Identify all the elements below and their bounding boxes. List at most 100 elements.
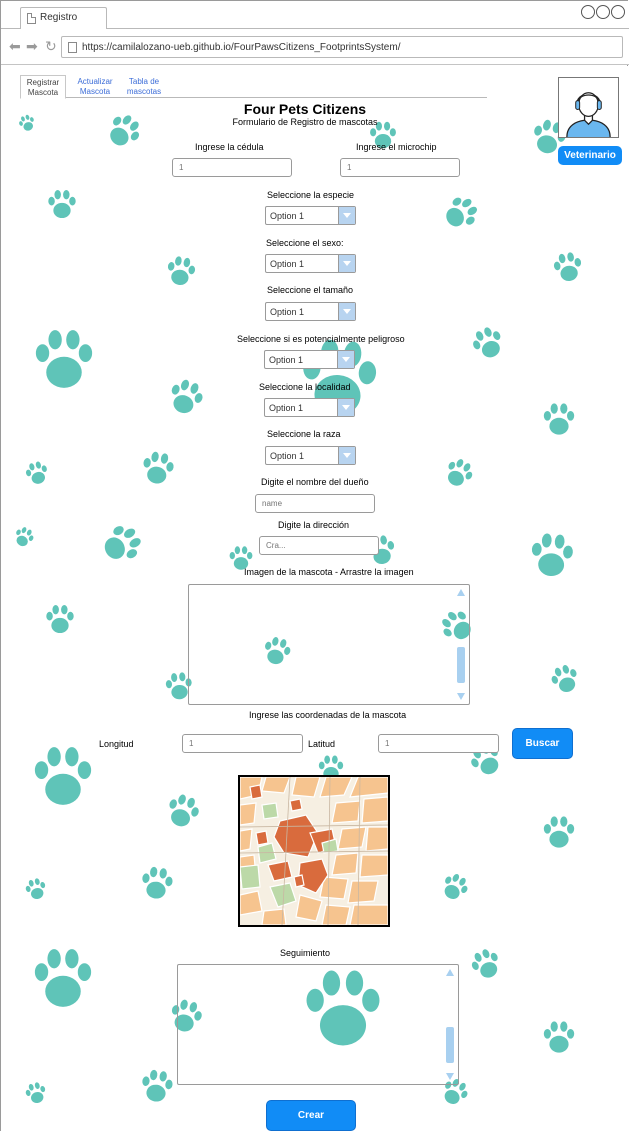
address-bar[interactable]: https://camilalozano-ueb.github.io/FourP… (61, 36, 623, 58)
longitud-input[interactable] (182, 734, 303, 753)
tab-registrar-mascota[interactable]: Registrar Mascota (20, 75, 66, 99)
browser-navbar: ⬅ ➡ ↻ https://camilalozano-ueb.github.io… (1, 29, 629, 65)
paw-print-icon (44, 186, 80, 222)
cedula-input[interactable] (172, 158, 292, 177)
tab-label-line: Actualizar (77, 77, 113, 86)
microchip-label: Ingrese el microchip (356, 142, 437, 152)
location-map[interactable] (238, 775, 390, 927)
app-tab-bar: Registrar Mascota Actualizar Mascota Tab… (20, 75, 487, 99)
paw-print-icon (96, 521, 148, 567)
scroll-thumb[interactable] (446, 1027, 454, 1063)
forward-arrow-icon[interactable]: ➡ (26, 38, 38, 54)
coordenadas-label: Ingrese las coordenadas de la mascota (249, 710, 407, 720)
image-drop-area[interactable] (188, 584, 470, 705)
paw-print-icon (442, 456, 476, 490)
chevron-down-icon (338, 207, 355, 224)
paw-print-icon (539, 1017, 579, 1057)
sexo-select[interactable]: Option 1 (265, 254, 356, 273)
tamano-selected-value: Option 1 (270, 307, 305, 317)
paw-print-icon (23, 458, 51, 488)
scrollbar[interactable] (455, 587, 467, 702)
tab-label-line: Mascota (79, 87, 111, 96)
minimize-icon[interactable] (581, 5, 595, 19)
peligroso-label: Seleccione si es potencialmente peligros… (237, 334, 405, 344)
especie-label: Seleccione la especie (267, 190, 355, 200)
dueno-label: Digite el nombre del dueño (261, 477, 369, 487)
paw-print-icon (549, 249, 587, 285)
latitud-input[interactable] (378, 734, 499, 753)
maximize-icon[interactable] (596, 5, 610, 19)
scroll-up-icon[interactable] (446, 969, 454, 976)
sexo-label: Seleccione el sexo: (266, 238, 344, 248)
paw-print-icon (136, 863, 178, 903)
direccion-label: Digite la dirección (278, 520, 350, 530)
latitud-label: Latitud (308, 739, 336, 749)
paw-print-icon (23, 874, 49, 904)
reload-icon[interactable]: ↻ (45, 38, 57, 54)
especie-select[interactable]: Option 1 (265, 206, 356, 225)
longitud-label: Longitud (99, 739, 134, 749)
scroll-down-icon[interactable] (457, 693, 465, 700)
paw-print-icon (469, 324, 507, 362)
tamano-label: Seleccione el tamaño (267, 285, 354, 295)
imagen-label: Imagen de la mascota - Arrastre la image… (244, 567, 414, 577)
paw-print-icon (164, 376, 208, 418)
crear-button[interactable]: Crear (266, 1100, 356, 1131)
tab-tabla-mascotas[interactable]: Tabla de mascotas (121, 75, 167, 97)
tab-label-line: Tabla de (128, 77, 160, 86)
close-icon[interactable] (611, 5, 625, 19)
sexo-selected-value: Option 1 (270, 259, 305, 269)
scrollbar[interactable] (444, 967, 456, 1082)
raza-label: Seleccione la raza (267, 429, 341, 439)
chevron-down-icon (337, 351, 354, 368)
tamano-select[interactable]: Option 1 (265, 302, 356, 321)
scroll-down-icon[interactable] (446, 1073, 454, 1080)
paw-print-icon (438, 193, 484, 233)
paw-print-icon (136, 1066, 178, 1106)
scroll-up-icon[interactable] (457, 589, 465, 596)
paw-print-icon (438, 871, 472, 903)
paw-print-icon (546, 662, 584, 696)
chevron-down-icon (338, 447, 355, 464)
page-content: Registrar Mascota Actualizar Mascota Tab… (1, 66, 629, 1132)
browser-tab-title: Registro (40, 12, 78, 23)
map-tiles (240, 777, 388, 925)
chevron-down-icon (338, 303, 355, 320)
paw-print-icon (539, 812, 579, 852)
address-input[interactable] (259, 536, 379, 555)
scroll-thumb[interactable] (457, 647, 465, 683)
owner-name-input[interactable] (255, 494, 375, 513)
url-text: https://camilalozano-ueb.github.io/FourP… (82, 42, 401, 53)
localidad-select[interactable]: Option 1 (264, 398, 355, 417)
localidad-label: Seleccione la localidad (259, 382, 351, 392)
microchip-input[interactable] (340, 158, 460, 177)
paw-print-icon (42, 601, 78, 637)
back-arrow-icon[interactable]: ⬅ (9, 38, 21, 54)
localidad-selected-value: Option 1 (269, 403, 304, 413)
paw-print-icon (137, 448, 179, 488)
peligroso-select[interactable]: Option 1 (264, 350, 355, 369)
seguimiento-textarea[interactable] (177, 964, 459, 1085)
paw-print-icon (27, 319, 101, 399)
paw-print-icon (23, 1078, 49, 1108)
paw-print-icon (12, 523, 36, 551)
page-icon (68, 42, 77, 53)
cedula-label: Ingrese la cédula (195, 142, 264, 152)
raza-selected-value: Option 1 (270, 451, 305, 461)
chevron-down-icon (338, 255, 355, 272)
paw-print-icon (161, 791, 205, 831)
paw-print-icon (26, 938, 100, 1018)
tab-actualizar-mascota[interactable]: Actualizar Mascota (72, 75, 118, 97)
browser-tab[interactable]: Registro (20, 7, 107, 29)
paw-print-icon (163, 251, 199, 291)
user-role-badge[interactable]: Veterinario (558, 146, 622, 165)
paw-print-icon (26, 736, 100, 816)
paw-print-icon (525, 527, 579, 583)
search-coordinates-button[interactable]: Buscar (512, 728, 573, 759)
browser-window: Registro ⬅ ➡ ↻ https://camilalozano-ueb.… (0, 0, 629, 1132)
paw-print-icon (539, 399, 579, 439)
peligroso-selected-value: Option 1 (269, 355, 304, 365)
especie-selected-value: Option 1 (270, 211, 305, 221)
raza-select[interactable]: Option 1 (265, 446, 356, 465)
tab-label-line: Registrar (26, 78, 60, 87)
